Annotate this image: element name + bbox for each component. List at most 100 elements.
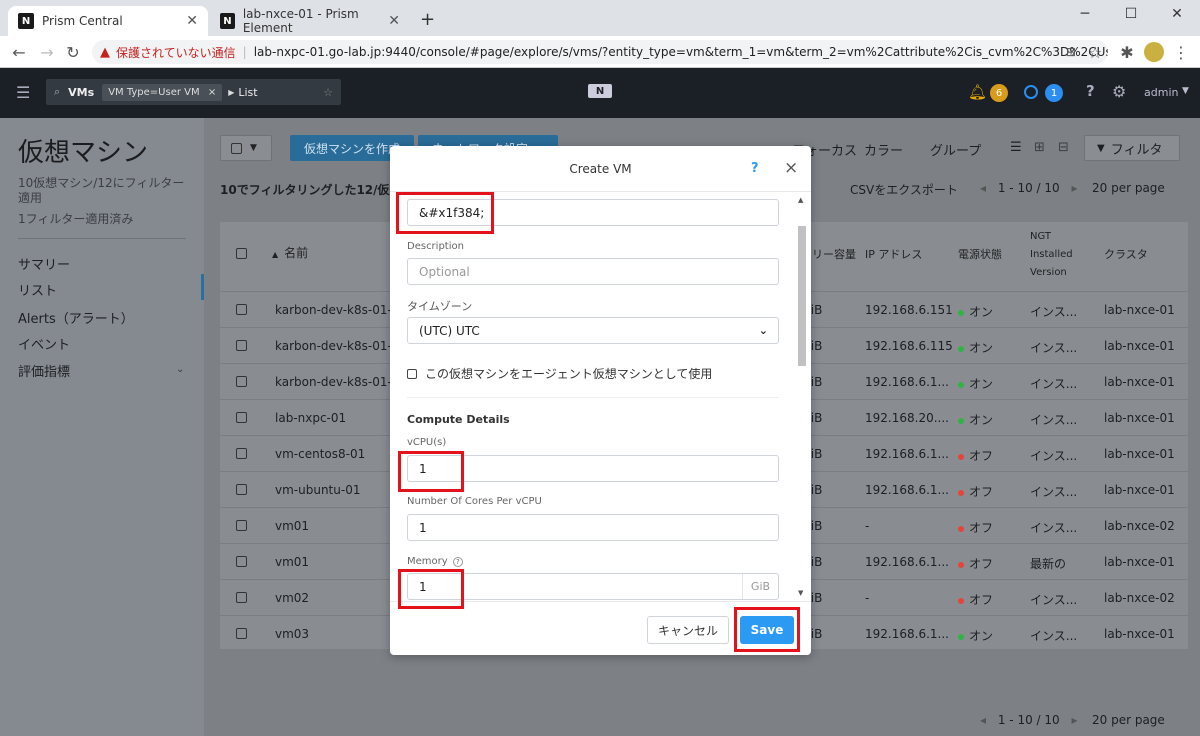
scroll-up-icon[interactable]: ▲ (798, 196, 803, 204)
vm-cluster[interactable]: lab-nxce-01 (1104, 447, 1175, 461)
timezone-select[interactable]: (UTC) UTC ⌄ (407, 317, 779, 344)
sidebar-item-list[interactable]: リスト (18, 280, 57, 299)
dialog-close-icon[interactable]: × (784, 158, 798, 178)
hamburger-menu-icon[interactable]: ☰ (16, 83, 30, 102)
tab-prism-element[interactable]: N lab-nxce-01 - Prism Element ✕ (210, 6, 410, 36)
description-input[interactable]: Optional (407, 258, 779, 285)
row-checkbox[interactable] (236, 304, 247, 315)
per-page-dropdown[interactable]: 20 per page (1092, 181, 1165, 195)
column-header-name[interactable]: ▲ 名前 (272, 244, 308, 261)
cancel-button[interactable]: キャンセル (647, 616, 729, 644)
back-icon[interactable]: ← (8, 41, 30, 63)
vm-name[interactable]: karbon-dev-k8s-01-... (275, 303, 403, 317)
tile-view-icon[interactable]: ⊟ (1058, 140, 1069, 155)
new-tab-button[interactable]: + (420, 9, 435, 30)
select-all-checkbox[interactable] (231, 142, 242, 154)
close-tab-icon[interactable]: ✕ (186, 13, 198, 29)
next-page-icon[interactable]: ▸ (1072, 181, 1078, 195)
column-header-ip[interactable]: IP アドレス (865, 246, 922, 262)
color-dropdown[interactable]: カラー (864, 140, 903, 159)
row-checkbox[interactable] (236, 340, 247, 351)
user-menu[interactable]: admin (1144, 86, 1178, 99)
vm-cluster[interactable]: lab-nxce-01 (1104, 555, 1175, 569)
row-checkbox[interactable] (236, 484, 247, 495)
vm-cluster[interactable]: lab-nxce-01 (1104, 483, 1175, 497)
translate-icon[interactable]: ⊞ (1060, 41, 1082, 63)
extensions-icon[interactable]: ✱ (1116, 41, 1138, 63)
csv-export-button[interactable]: CSVをエクスポート (850, 181, 958, 198)
vm-cluster[interactable]: lab-nxce-02 (1104, 519, 1175, 533)
profile-avatar[interactable] (1144, 42, 1164, 62)
favorite-star-icon[interactable]: ☆ (323, 86, 333, 99)
chevron-down-icon[interactable]: ⌄ (176, 364, 184, 375)
next-page-icon[interactable]: ▸ (1072, 713, 1078, 727)
vm-name[interactable]: vm01 (275, 519, 309, 533)
tasks-icon[interactable] (1024, 85, 1038, 99)
reload-icon[interactable]: ↻ (62, 41, 84, 63)
info-icon[interactable]: ? (452, 557, 463, 567)
tab-prism-central[interactable]: N Prism Central ✕ (8, 6, 208, 36)
maximize-icon[interactable]: ☐ (1108, 0, 1154, 28)
close-tab-icon[interactable]: ✕ (388, 13, 400, 29)
sidebar-item-metrics[interactable]: 評価指標 (18, 361, 70, 380)
settings-gear-icon[interactable]: ⚙ (1112, 82, 1126, 101)
vm-cluster[interactable]: lab-nxce-01 (1104, 303, 1175, 317)
vm-cluster[interactable]: lab-nxce-01 (1104, 339, 1175, 353)
filter-button[interactable]: ▼ フィルタ (1084, 135, 1180, 161)
vm-cluster[interactable]: lab-nxce-02 (1104, 591, 1175, 605)
help-icon[interactable]: ? (1086, 82, 1095, 100)
minimize-icon[interactable]: ─ (1062, 0, 1108, 28)
dialog-scrollbar[interactable]: ▲ ▼ (797, 196, 807, 599)
bookmark-star-icon[interactable]: ☆ (1084, 41, 1106, 63)
sidebar-item-summary[interactable]: サマリー (18, 254, 70, 273)
column-header-ngt[interactable]: NGT Installed Version (1030, 228, 1073, 282)
prev-page-icon[interactable]: ◂ (980, 181, 986, 195)
nutanix-logo-icon[interactable]: N (588, 84, 612, 98)
list-view-icon[interactable]: ☰ (1010, 140, 1022, 155)
filter-chip-close-icon[interactable]: × (208, 87, 216, 98)
scroll-thumb[interactable] (798, 226, 806, 366)
cores-input[interactable]: 1 (407, 514, 779, 541)
browser-menu-icon[interactable]: ⋮ (1170, 41, 1192, 63)
vm-name[interactable]: lab-nxpc-01 (275, 411, 346, 425)
agent-vm-option[interactable]: この仮想マシンをエージェント仮想マシンとして使用 (407, 365, 712, 382)
prev-page-icon[interactable]: ◂ (980, 713, 986, 727)
row-checkbox[interactable] (236, 412, 247, 423)
row-checkbox[interactable] (236, 448, 247, 459)
vm-name[interactable]: vm01 (275, 555, 309, 569)
chevron-down-icon[interactable]: ▼ (1182, 86, 1189, 96)
sidebar-item-alerts[interactable]: Alerts（アラート） (18, 308, 134, 327)
per-page-dropdown-bottom[interactable]: 20 per page (1092, 713, 1165, 727)
alert-bell-icon[interactable]: 🔔︎ (968, 83, 987, 101)
column-header-power[interactable]: 電源状態 (958, 246, 1002, 262)
tasks-count-badge[interactable]: 1 (1045, 84, 1063, 102)
sidebar-item-events[interactable]: イベント (18, 334, 70, 353)
vm-name[interactable]: vm-ubuntu-01 (275, 483, 360, 497)
agent-vm-checkbox[interactable] (407, 368, 417, 379)
vm-name[interactable]: vm-centos8-01 (275, 447, 365, 461)
dialog-help-icon[interactable]: ? (751, 161, 759, 176)
vm-name[interactable]: vm03 (275, 627, 309, 641)
vm-name[interactable]: vm02 (275, 591, 309, 605)
row-checkbox[interactable] (236, 376, 247, 387)
vm-cluster[interactable]: lab-nxce-01 (1104, 411, 1175, 425)
row-checkbox[interactable] (236, 556, 247, 567)
header-checkbox[interactable] (236, 248, 247, 259)
address-bar[interactable]: ▲ 保護されていない通信 | lab-nxpc-01.go-lab.jp:944… (92, 40, 1108, 64)
row-checkbox[interactable] (236, 520, 247, 531)
scroll-down-icon[interactable]: ▼ (798, 589, 803, 597)
grid-view-icon[interactable]: ⊞ (1034, 140, 1045, 155)
vm-cluster[interactable]: lab-nxce-01 (1104, 375, 1175, 389)
window-close-icon[interactable]: ✕ (1154, 0, 1200, 28)
vm-cluster[interactable]: lab-nxce-01 (1104, 627, 1175, 641)
filter-chip[interactable]: VM Type=User VM × (102, 83, 223, 101)
row-checkbox[interactable] (236, 592, 247, 603)
alerts-count-badge[interactable]: 6 (990, 84, 1008, 102)
entity-search-bar[interactable]: ⌕ VMs VM Type=User VM × ▶ List ☆ (46, 79, 341, 105)
vm-name[interactable]: karbon-dev-k8s-01-... (275, 375, 403, 389)
select-all-dropdown[interactable]: ▼ (220, 135, 272, 161)
row-checkbox[interactable] (236, 628, 247, 639)
group-dropdown[interactable]: グループ (930, 140, 981, 159)
column-header-cluster[interactable]: クラスタ (1104, 246, 1148, 262)
vm-name[interactable]: karbon-dev-k8s-01-... (275, 339, 403, 353)
